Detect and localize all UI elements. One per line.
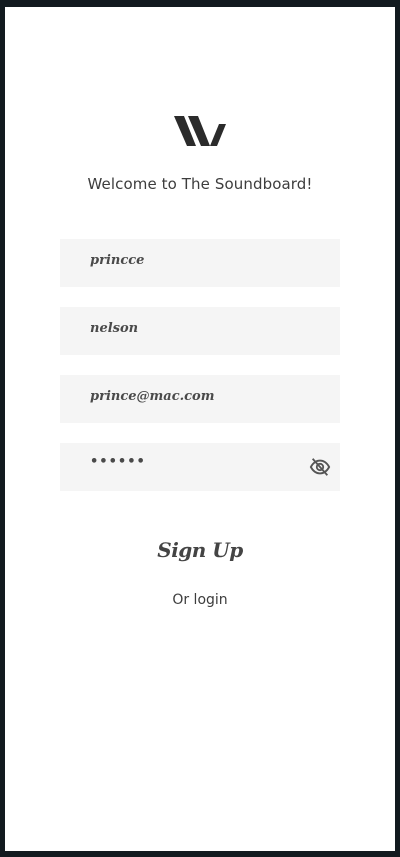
email-field[interactable]: prince@mac.com: [60, 375, 340, 423]
last-name-value: nelson: [90, 321, 139, 336]
password-value: ••••••: [90, 454, 146, 469]
welcome-heading: Welcome to The Soundboard!: [87, 175, 313, 193]
password-field[interactable]: ••••••: [60, 443, 340, 491]
first-name-value: princce: [90, 253, 145, 268]
signup-button[interactable]: Sign Up: [5, 538, 395, 562]
login-link[interactable]: Or login: [5, 592, 395, 608]
logo-icon: [174, 116, 226, 146]
last-name-field[interactable]: nelson: [60, 307, 340, 355]
email-value: prince@mac.com: [90, 389, 215, 404]
eye-slash-icon[interactable]: [309, 456, 331, 478]
signup-screen: Welcome to The Soundboard! princce nelso…: [5, 7, 395, 851]
first-name-field[interactable]: princce: [60, 239, 340, 287]
